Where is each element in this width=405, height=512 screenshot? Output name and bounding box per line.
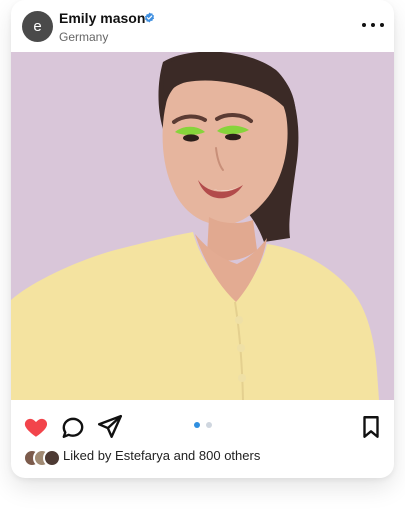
liked-by-prefix: Liked by [63,448,112,463]
liked-by-others[interactable]: and 800 others [174,448,261,463]
more-options-icon[interactable] [362,16,384,34]
liked-avatars[interactable] [23,449,61,467]
bookmark-icon[interactable] [358,414,384,440]
liked-by-user[interactable]: Estefarya [115,448,170,463]
carousel-dot-active[interactable] [194,422,200,428]
more-dot [371,23,375,27]
more-dot [380,23,384,27]
comment-icon[interactable] [60,414,86,440]
liker-avatar [43,449,61,467]
more-dot [362,23,366,27]
carousel-indicator [194,422,214,428]
username[interactable]: Emily mason [59,10,145,26]
send-icon[interactable] [97,414,123,440]
carousel-dot[interactable] [206,422,212,428]
post-header: e Emily mason Germany [11,0,394,52]
post-location: Germany [59,30,109,44]
post-actions [11,400,394,446]
post-card: e Emily mason Germany Liked by Estefarya… [11,0,394,478]
avatar[interactable]: e [22,11,53,42]
liked-by-text[interactable]: Liked by Estefarya and 800 others [63,448,260,463]
verified-badge-icon [144,12,155,23]
likes-row: Liked by Estefarya and 800 others [11,446,394,470]
portrait-illustration [11,52,394,400]
avatar-letter: e [33,18,42,35]
heart-filled-icon[interactable] [23,414,49,440]
post-image[interactable] [11,52,394,400]
